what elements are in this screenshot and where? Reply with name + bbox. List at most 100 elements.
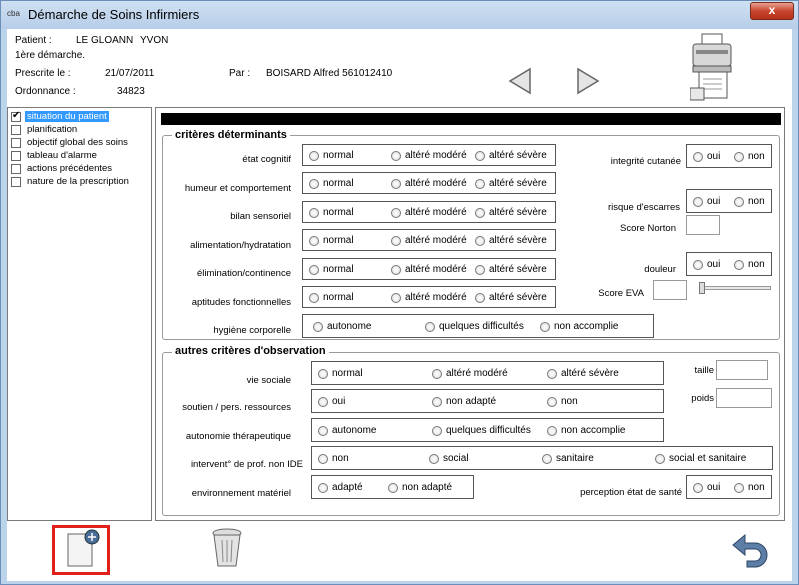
tree-item-actions[interactable]: actions précédentes xyxy=(11,162,114,175)
elimination-group: normal altéré modéré altéré sévère xyxy=(302,258,556,280)
radio-option[interactable]: non accomplie xyxy=(540,321,618,332)
radio-option[interactable]: oui xyxy=(693,151,720,162)
aptitudes-group: normal altéré modéré altéré sévère xyxy=(302,286,556,308)
patient-last-name: LE GLOANN xyxy=(76,35,134,46)
tree-item-tableau[interactable]: tableau d'alarme xyxy=(11,149,99,162)
checkbox[interactable] xyxy=(11,150,21,161)
section-tree: situation du patient planification objec… xyxy=(7,107,152,521)
radio-option[interactable]: autonome xyxy=(313,321,371,332)
radio-option[interactable]: altéré modéré xyxy=(391,207,467,218)
escarres-label: risque d'escarres xyxy=(607,202,680,213)
eva-slider-track[interactable] xyxy=(701,286,771,290)
bilan-sensoriel-group: normal altéré modéré altéré sévère xyxy=(302,201,556,223)
norton-score-input[interactable] xyxy=(686,215,720,235)
radio-option[interactable]: non accomplie xyxy=(547,425,625,436)
tree-item-label: tableau d'alarme xyxy=(27,150,97,161)
radio-option[interactable]: normal xyxy=(309,292,354,303)
eva-slider-thumb[interactable] xyxy=(699,282,705,294)
tree-item-objectif[interactable]: objectif global des soins xyxy=(11,136,130,149)
app-window: cba Démarche de Soins Infirmiers x Patie… xyxy=(0,0,799,585)
radio-option[interactable]: altéré modéré xyxy=(391,178,467,189)
tree-item-label: planification xyxy=(27,124,78,135)
radio-option[interactable]: altéré modéré xyxy=(391,264,467,275)
checkbox[interactable] xyxy=(11,137,21,148)
vie-sociale-label: vie sociale xyxy=(246,375,291,386)
radio-option[interactable]: altéré modéré xyxy=(391,235,467,246)
radio-option[interactable]: social xyxy=(429,453,469,464)
close-button[interactable]: x xyxy=(750,2,794,20)
checkbox[interactable] xyxy=(11,176,21,187)
printer-icon[interactable] xyxy=(690,32,736,102)
row-label: humeur et comportement xyxy=(184,183,291,194)
poids-input[interactable] xyxy=(716,388,772,408)
radio-option[interactable]: non xyxy=(734,196,765,207)
eva-score-input[interactable] xyxy=(653,280,687,300)
tree-item-planification[interactable]: planification xyxy=(11,123,79,136)
radio-option[interactable]: non adapté xyxy=(388,482,452,493)
radio-option[interactable]: normal xyxy=(309,235,354,246)
radio-option[interactable]: adapté xyxy=(318,482,363,493)
poids-label: poids xyxy=(691,393,714,404)
row-label: alimentation/hydratation xyxy=(190,240,291,251)
douleur-group: oui non xyxy=(686,252,772,276)
checkbox[interactable] xyxy=(11,124,21,135)
radio-option[interactable]: non xyxy=(547,396,578,407)
radio-option[interactable]: altéré sévère xyxy=(475,235,547,246)
new-document-button[interactable] xyxy=(52,525,110,575)
radio-option[interactable]: normal xyxy=(309,207,354,218)
integrite-group: oui non xyxy=(686,144,772,168)
radio-option[interactable]: altéré modéré xyxy=(432,368,508,379)
par-value: BOISARD Alfred 561012410 xyxy=(266,68,393,79)
radio-option[interactable]: quelques difficultés xyxy=(432,425,531,436)
radio-option[interactable]: normal xyxy=(309,150,354,161)
radio-option[interactable]: normal xyxy=(318,368,363,379)
radio-option[interactable]: altéré modéré xyxy=(391,150,467,161)
tree-item-situation[interactable]: situation du patient xyxy=(11,110,109,123)
radio-option[interactable]: oui xyxy=(693,196,720,207)
radio-option[interactable]: non xyxy=(734,151,765,162)
return-arrow-icon[interactable] xyxy=(729,531,771,569)
eva-label: Score EVA xyxy=(598,288,644,299)
patient-label: Patient : xyxy=(15,35,52,46)
radio-option[interactable]: non xyxy=(734,482,765,493)
radio-option[interactable]: oui xyxy=(318,396,345,407)
radio-option[interactable]: altéré sévère xyxy=(475,207,547,218)
new-document-icon xyxy=(67,529,100,567)
radio-option[interactable]: altéré sévère xyxy=(547,368,619,379)
soutien-label: soutien / pers. ressources xyxy=(182,402,291,413)
radio-option[interactable]: non xyxy=(318,453,349,464)
radio-option[interactable]: sanitaire xyxy=(542,453,594,464)
par-label: Par : xyxy=(229,68,251,79)
radio-option[interactable]: altéré modéré xyxy=(391,292,467,303)
radio-option[interactable]: normal xyxy=(309,264,354,275)
ordonnance-label: Ordonnance : xyxy=(15,86,76,97)
radio-option[interactable]: oui xyxy=(693,259,720,270)
checkbox[interactable] xyxy=(11,110,21,122)
radio-option[interactable]: autonome xyxy=(318,425,376,436)
tree-item-label: situation du patient xyxy=(25,111,109,122)
trash-icon[interactable] xyxy=(209,526,245,570)
radio-option[interactable]: social et sanitaire xyxy=(655,453,746,464)
previous-arrow-icon[interactable] xyxy=(507,67,533,95)
vie-sociale-group: normal altéré modéré altéré sévère xyxy=(311,361,664,385)
radio-option[interactable]: oui xyxy=(693,482,720,493)
alimentation-group: normal altéré modéré altéré sévère xyxy=(302,229,556,251)
radio-option[interactable]: quelques difficultés xyxy=(425,321,524,332)
checkbox[interactable] xyxy=(11,163,21,174)
client-area: Patient : LE GLOANN YVON 1ère démarche. … xyxy=(7,29,792,581)
etat-cognitif-group: normal altéré modéré altéré sévère xyxy=(302,144,556,166)
radio-option[interactable]: altéré sévère xyxy=(475,150,547,161)
row-label: état cognitif xyxy=(242,154,291,165)
hygiene-group: autonome quelques difficultés non accomp… xyxy=(302,314,654,338)
radio-option[interactable]: normal xyxy=(309,178,354,189)
tree-item-nature[interactable]: nature de la prescription xyxy=(11,175,131,188)
radio-option[interactable]: non xyxy=(734,259,765,270)
taille-input[interactable] xyxy=(716,360,768,380)
title-bar: cba Démarche de Soins Infirmiers x xyxy=(1,1,798,29)
radio-option[interactable]: altéré sévère xyxy=(475,264,547,275)
radio-option[interactable]: non adapté xyxy=(432,396,496,407)
radio-option[interactable]: altéré sévère xyxy=(475,292,547,303)
prescrite-date: 21/07/2011 xyxy=(105,68,155,79)
next-arrow-icon[interactable] xyxy=(575,67,601,95)
radio-option[interactable]: altéré sévère xyxy=(475,178,547,189)
